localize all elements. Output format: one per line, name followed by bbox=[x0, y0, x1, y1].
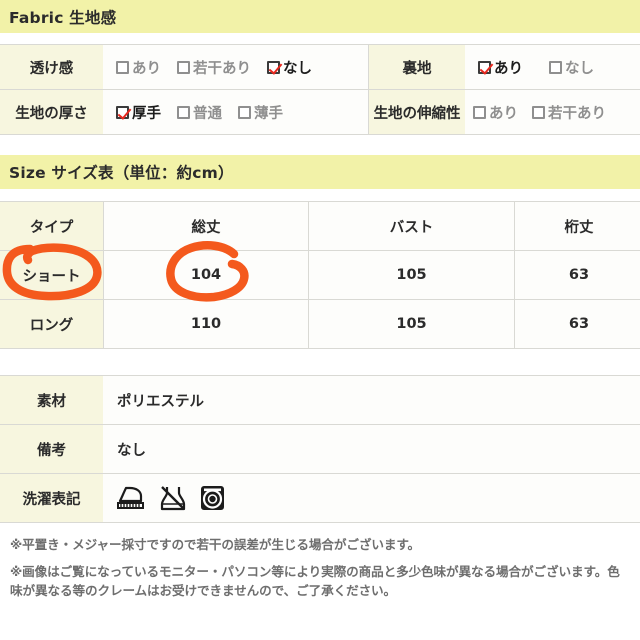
size-cell-long-sleeve: 63 bbox=[514, 299, 640, 349]
checkbox-checked-icon[interactable] bbox=[478, 60, 491, 74]
size-cell-short-bust: 105 bbox=[308, 250, 515, 300]
checkbox-option[interactable]: 若干あり bbox=[532, 102, 606, 123]
size-row-type-short: ショート bbox=[0, 250, 104, 300]
checkbox-checked-icon[interactable] bbox=[116, 105, 129, 119]
checkbox-option[interactable]: 厚手 bbox=[116, 102, 161, 123]
checkbox-option[interactable]: なし bbox=[549, 57, 594, 78]
fabric-row-label-thickness: 生地の厚さ bbox=[0, 89, 103, 135]
material-row-value-cell: ポリエステル bbox=[103, 375, 640, 425]
note-color-disclaimer: ※画像はご覧になっているモニター・パソコン等により実際の商品と多少色味が異なる場… bbox=[10, 563, 620, 599]
do-not-wring-icon bbox=[159, 484, 187, 512]
table-row: 洗濯表記 bbox=[0, 473, 640, 523]
material-table: 素材 ポリエステル 備考 なし 洗濯表記 bbox=[0, 375, 640, 523]
note-measurement: ※平置き・メジャー採寸ですので若干の誤差が生じる場合がございます。 bbox=[10, 537, 421, 552]
size-row-type-long: ロング bbox=[0, 299, 104, 349]
spacer bbox=[0, 349, 640, 375]
option-label: 若干あり bbox=[548, 105, 606, 122]
remarks-value: なし bbox=[117, 442, 146, 459]
checkbox-unchecked-icon[interactable] bbox=[177, 60, 190, 74]
table-row: 備考 なし bbox=[0, 424, 640, 474]
option-label: 厚手 bbox=[132, 105, 161, 122]
checkbox-unchecked-icon[interactable] bbox=[238, 105, 251, 119]
fabric-row-options-sheerness: あり 若干あり なし bbox=[103, 44, 369, 90]
checkbox-unchecked-icon[interactable] bbox=[177, 105, 190, 119]
checkbox-option[interactable]: あり bbox=[478, 57, 523, 78]
option-label: あり bbox=[132, 60, 161, 77]
checkbox-option[interactable]: あり bbox=[473, 102, 518, 123]
care-row-label: 洗濯表記 bbox=[0, 473, 103, 523]
checkbox-checked-icon[interactable] bbox=[267, 60, 280, 74]
checkbox-unchecked-icon[interactable] bbox=[532, 105, 545, 119]
table-row: 透け感 あり 若干あり なし 裏地 あり なし bbox=[0, 44, 640, 90]
table-row: 素材 ポリエステル bbox=[0, 375, 640, 425]
size-section-header: Size サイズ表（単位：約cm） bbox=[0, 155, 640, 189]
size-cell-short-length: 104 bbox=[103, 250, 309, 300]
fabric-row-options-thickness: 厚手 普通 薄手 bbox=[103, 89, 369, 135]
material-value: ポリエステル bbox=[117, 393, 204, 410]
spacer bbox=[0, 135, 640, 155]
fabric-row-options-lining: あり なし bbox=[465, 44, 640, 90]
product-spec-sheet: Fabric 生地感 透け感 あり 若干あり なし 裏地 あり なし 生地の厚さ… bbox=[0, 0, 640, 640]
size-col-header-type: タイプ bbox=[0, 201, 104, 251]
size-cell-long-bust: 105 bbox=[308, 299, 515, 349]
remarks-row-value-cell: なし bbox=[103, 424, 640, 474]
footer-notes: ※平置き・メジャー採寸ですので若干の誤差が生じる場合がございます。 ※画像はご覧… bbox=[0, 523, 640, 601]
option-label: あり bbox=[489, 105, 518, 122]
option-label: 若干あり bbox=[193, 60, 251, 77]
fabric-row-label-stretch: 生地の伸縮性 bbox=[368, 89, 465, 135]
table-row: 生地の厚さ 厚手 普通 薄手 生地の伸縮性 あり 若干あり bbox=[0, 89, 640, 135]
fabric-table: 透け感 あり 若干あり なし 裏地 あり なし 生地の厚さ 厚手 普通 薄手 生… bbox=[0, 44, 640, 135]
spacer bbox=[0, 189, 640, 201]
size-table: タイプ 総丈 バスト 桁丈 ショート 104 105 63 ロング 110 10… bbox=[0, 201, 640, 349]
option-label: あり bbox=[494, 60, 523, 77]
checkbox-option[interactable]: なし bbox=[267, 57, 312, 78]
care-row-value-cell bbox=[103, 473, 640, 523]
size-cell-short-sleeve: 63 bbox=[514, 250, 640, 300]
size-col-header-length: 総丈 bbox=[103, 201, 309, 251]
table-row: ショート 104 105 63 bbox=[0, 250, 640, 300]
table-row: ロング 110 105 63 bbox=[0, 299, 640, 349]
checkbox-option[interactable]: あり bbox=[116, 57, 161, 78]
option-label: 普通 bbox=[193, 105, 222, 122]
material-row-label: 素材 bbox=[0, 375, 103, 425]
size-cell-long-length: 110 bbox=[103, 299, 309, 349]
checkbox-unchecked-icon[interactable] bbox=[116, 60, 129, 74]
checkbox-unchecked-icon[interactable] bbox=[549, 60, 562, 74]
spacer bbox=[0, 33, 640, 44]
option-label: なし bbox=[283, 60, 312, 77]
iron-icon bbox=[117, 485, 147, 511]
checkbox-unchecked-icon[interactable] bbox=[473, 105, 486, 119]
fabric-row-label-lining: 裏地 bbox=[368, 44, 465, 90]
option-label: なし bbox=[565, 60, 594, 77]
checkbox-option[interactable]: 普通 bbox=[177, 102, 222, 123]
fabric-section-header: Fabric 生地感 bbox=[0, 0, 640, 33]
tumble-dry-icon bbox=[199, 484, 226, 512]
option-label: 薄手 bbox=[254, 105, 283, 122]
checkbox-option[interactable]: 薄手 bbox=[238, 102, 283, 123]
size-col-header-bust: バスト bbox=[308, 201, 515, 251]
fabric-section-title: Fabric 生地感 bbox=[9, 8, 117, 27]
fabric-row-label-sheerness: 透け感 bbox=[0, 44, 103, 90]
remarks-row-label: 備考 bbox=[0, 424, 103, 474]
size-section-title: Size サイズ表（単位：約cm） bbox=[9, 164, 234, 182]
fabric-row-options-stretch: あり 若干あり bbox=[465, 89, 640, 135]
size-col-header-sleeve: 桁丈 bbox=[514, 201, 640, 251]
checkbox-option[interactable]: 若干あり bbox=[177, 57, 251, 78]
table-header-row: タイプ 総丈 バスト 桁丈 bbox=[0, 201, 640, 251]
